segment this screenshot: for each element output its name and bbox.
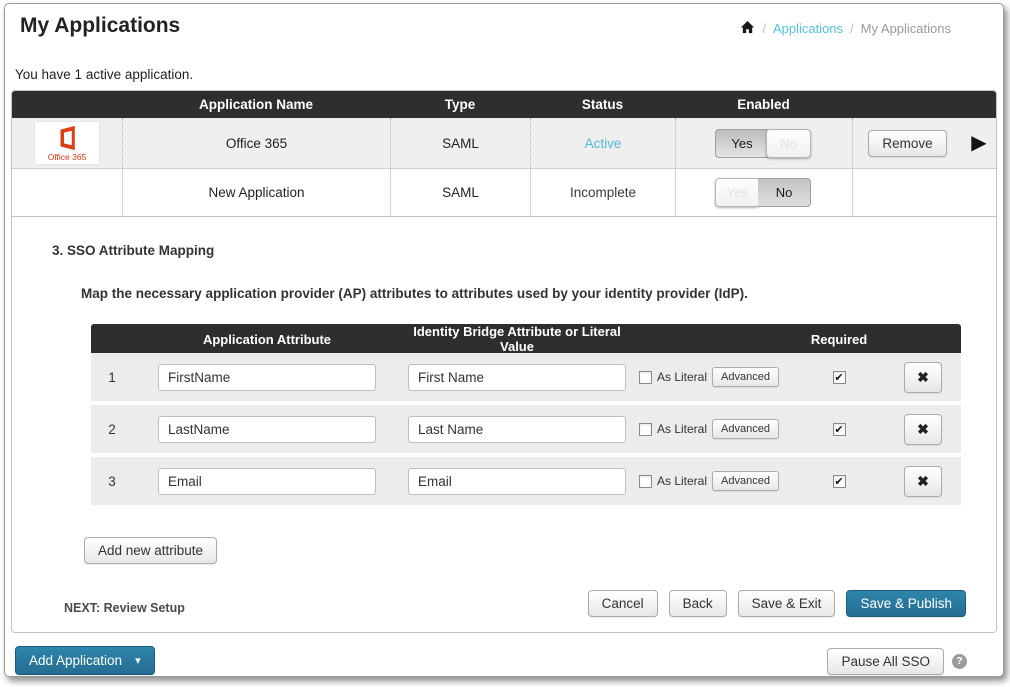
identity-bridge-attribute-input[interactable] (408, 416, 626, 443)
toggle-on-label: Yes (715, 129, 768, 158)
next-step-label: NEXT: Review Setup (64, 601, 185, 615)
attribute-row-number: 1 (91, 353, 133, 401)
breadcrumb-separator: / (762, 21, 766, 36)
application-logo-cell: Office 365 (12, 118, 122, 168)
application-name-header: Application Name (122, 97, 390, 112)
required-header: Required (793, 332, 885, 347)
attribute-row: 3 As Literal Advanced ✔ ✖ (91, 457, 961, 505)
add-application-label: Add Application (29, 653, 122, 668)
required-checkbox[interactable]: ✔ (833, 423, 846, 436)
advanced-button[interactable]: Advanced (712, 471, 779, 491)
back-button[interactable]: Back (669, 590, 727, 617)
as-literal-checkbox[interactable] (639, 371, 652, 384)
caret-down-icon: ▾ (135, 654, 141, 667)
application-logo-cell (12, 169, 122, 216)
identity-bridge-attribute-input[interactable] (408, 468, 626, 495)
advanced-button[interactable]: Advanced (712, 367, 779, 387)
as-literal-checkbox[interactable] (639, 475, 652, 488)
enabled-toggle[interactable]: Yes No (715, 129, 813, 158)
application-type-cell: SAML (390, 169, 530, 216)
application-action-cell: Remove (852, 118, 962, 168)
application-expand-cell: ▶ (962, 118, 996, 168)
identity-bridge-attribute-header: Identity Bridge Attribute or Literal Val… (401, 324, 633, 354)
application-name-cell: New Application (122, 169, 390, 216)
application-attribute-input[interactable] (158, 416, 376, 443)
application-name-cell: Office 365 (122, 118, 390, 168)
sso-attribute-mapping-description: Map the necessary application provider (… (81, 286, 748, 301)
application-status-cell: Active (530, 118, 675, 168)
toggle-off-label: No (758, 178, 811, 207)
status-header: Status (530, 97, 675, 112)
application-expand-cell (962, 169, 996, 216)
application-attribute-header: Application Attribute (133, 332, 401, 347)
as-literal-checkbox[interactable] (639, 423, 652, 436)
page-title: My Applications (20, 14, 180, 38)
add-new-attribute-button[interactable]: Add new attribute (84, 537, 217, 564)
as-literal-label: As Literal (657, 474, 707, 488)
pause-all-sso-button[interactable]: Pause All SSO (827, 648, 944, 675)
application-attribute-input[interactable] (158, 468, 376, 495)
required-checkbox[interactable]: ✔ (833, 371, 846, 384)
attribute-row: 1 As Literal Advanced ✔ ✖ (91, 353, 961, 401)
as-literal-label: As Literal (657, 422, 707, 436)
delete-attribute-button[interactable]: ✖ (904, 362, 942, 393)
applications-panel: Application Name Type Status Enabled Off… (11, 90, 997, 633)
application-attribute-input[interactable] (158, 364, 376, 391)
application-row-office365: Office 365 Office 365 SAML Active Yes No… (12, 118, 996, 169)
attribute-row: 2 As Literal Advanced ✔ ✖ (91, 405, 961, 453)
breadcrumb-link-applications[interactable]: Applications (773, 21, 843, 36)
toggle-knob: No (766, 129, 811, 158)
save-publish-button[interactable]: Save & Publish (846, 590, 966, 617)
type-header: Type (390, 97, 530, 112)
required-checkbox[interactable]: ✔ (833, 475, 846, 488)
application-enabled-cell: No Yes (675, 169, 852, 216)
applications-table-header: Application Name Type Status Enabled (12, 91, 996, 118)
cancel-button[interactable]: Cancel (588, 590, 658, 617)
home-icon[interactable] (740, 20, 755, 35)
app-window: My Applications / Applications / My Appl… (4, 3, 1004, 677)
office365-logo-text: Office 365 (48, 152, 87, 162)
office365-logo: Office 365 (35, 122, 99, 164)
application-status-cell: Incomplete (530, 169, 675, 216)
attribute-mapping-table-header: Application Attribute Identity Bridge At… (91, 324, 961, 353)
office365-logo-icon (54, 125, 80, 151)
form-action-buttons: Cancel Back Save & Exit Save & Publish (588, 590, 966, 617)
application-action-cell (852, 169, 962, 216)
active-application-summary: You have 1 active application. (15, 67, 193, 82)
add-application-button[interactable]: Add Application ▾ (15, 646, 155, 675)
remove-button[interactable]: Remove (868, 130, 946, 157)
expand-arrow-icon[interactable]: ▶ (971, 133, 986, 153)
identity-bridge-attribute-input[interactable] (408, 364, 626, 391)
as-literal-label: As Literal (657, 370, 707, 384)
application-row-new-application: New Application SAML Incomplete No Yes (12, 169, 996, 217)
help-icon[interactable]: ? (952, 654, 967, 669)
toggle-knob: Yes (715, 178, 760, 207)
save-exit-button[interactable]: Save & Exit (738, 590, 836, 617)
enabled-toggle[interactable]: No Yes (715, 178, 813, 207)
sso-attribute-mapping-heading: 3. SSO Attribute Mapping (52, 243, 214, 258)
delete-attribute-button[interactable]: ✖ (904, 414, 942, 445)
attribute-row-number: 3 (91, 457, 133, 505)
breadcrumb-current: My Applications (861, 21, 951, 36)
attribute-mapping-table: Application Attribute Identity Bridge At… (91, 324, 961, 505)
breadcrumb-separator: / (850, 21, 854, 36)
application-type-cell: SAML (390, 118, 530, 168)
enabled-header: Enabled (675, 97, 852, 112)
breadcrumb: / Applications / My Applications (740, 21, 951, 36)
delete-attribute-button[interactable]: ✖ (904, 466, 942, 497)
attribute-row-number: 2 (91, 405, 133, 453)
advanced-button[interactable]: Advanced (712, 419, 779, 439)
application-enabled-cell: Yes No (675, 118, 852, 168)
